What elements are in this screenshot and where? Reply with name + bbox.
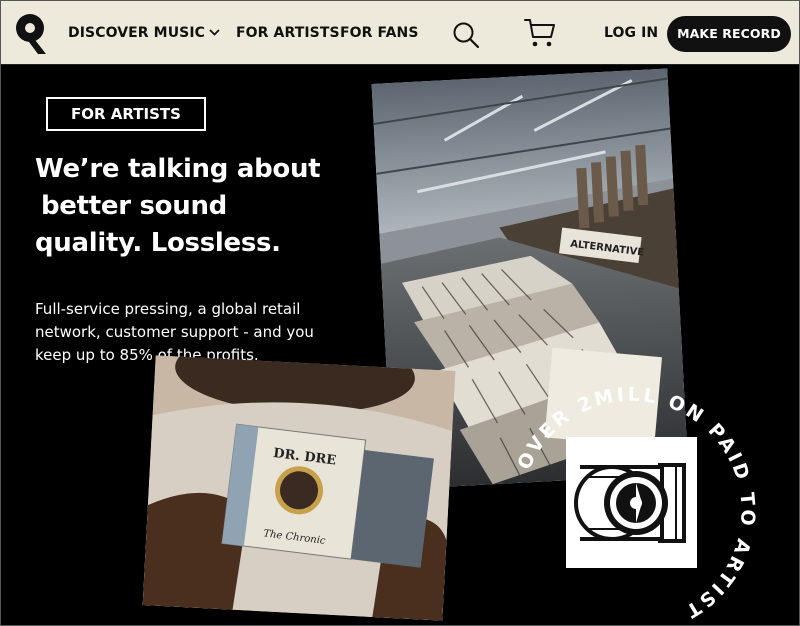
- vinyl-record-icon: [566, 437, 697, 568]
- headline-line-3: quality. Lossless.: [35, 228, 281, 258]
- nav-discover-label: DISCOVER MUSIC: [68, 25, 206, 41]
- nav-discover-music[interactable]: DISCOVER MUSIC: [68, 25, 220, 41]
- nav-for-artists[interactable]: FOR ARTISTS: [236, 25, 340, 41]
- cart-icon[interactable]: [523, 17, 557, 49]
- nav-log-in[interactable]: LOG IN: [604, 25, 658, 41]
- subtext-line-2: network, customer support - and you: [35, 323, 314, 341]
- search-icon[interactable]: [452, 21, 480, 49]
- for-artists-tag: FOR ARTISTS: [46, 97, 206, 131]
- hero-headline: We’re talking about better sound quality…: [35, 151, 355, 262]
- logo-icon[interactable]: [14, 12, 48, 56]
- subtext-line-1: Full-service pressing, a global retail: [35, 300, 301, 318]
- chevron-down-icon: [209, 29, 220, 36]
- headline-line-2: better sound: [41, 191, 227, 221]
- page: DISCOVER MUSIC FOR ARTISTS FOR FANS LOG …: [0, 0, 800, 626]
- nav-for-fans[interactable]: FOR FANS: [340, 25, 419, 41]
- headline-line-1: We’re talking about: [35, 154, 321, 184]
- cassette-illustration: DR. DRE The Chronic: [142, 355, 456, 621]
- make-record-button[interactable]: MAKE RECORD: [667, 16, 791, 52]
- cassette-photo: DR. DRE The Chronic: [142, 355, 456, 621]
- site-header: DISCOVER MUSIC FOR ARTISTS FOR FANS LOG …: [1, 1, 799, 65]
